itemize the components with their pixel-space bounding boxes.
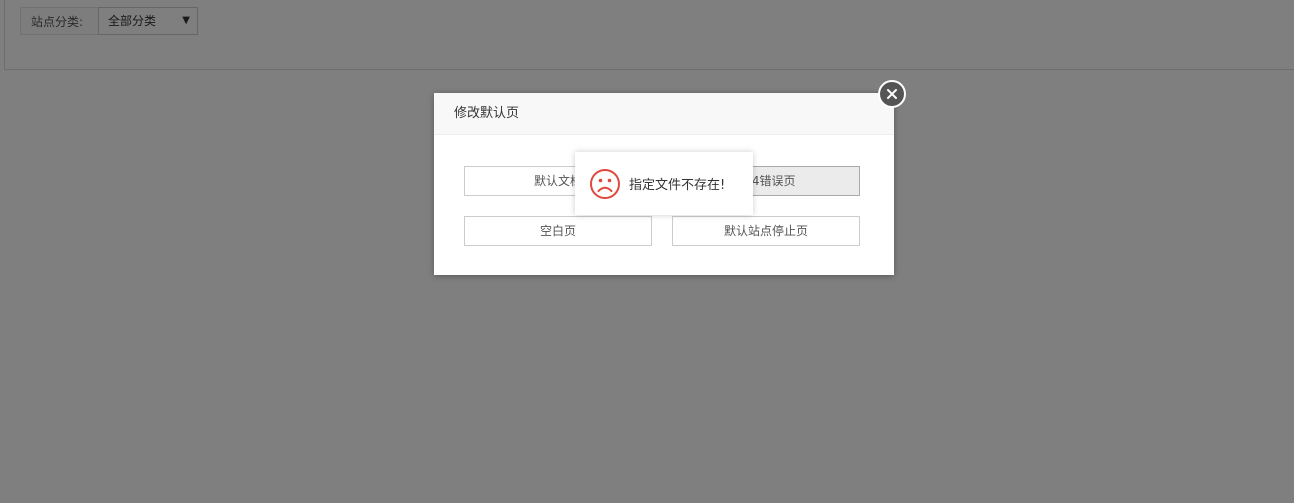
- sad-face-icon: [590, 168, 620, 199]
- blank-page-button[interactable]: 空白页: [464, 216, 652, 246]
- toast-message: 指定文件不存在!: [629, 178, 726, 193]
- close-icon: [880, 82, 904, 106]
- dialog-close-button[interactable]: [878, 80, 906, 108]
- default-site-stopped-page-button[interactable]: 默认站点停止页: [672, 216, 860, 246]
- dialog-title: 修改默认页: [434, 93, 894, 135]
- error-toast: 指定文件不存在!: [575, 152, 753, 215]
